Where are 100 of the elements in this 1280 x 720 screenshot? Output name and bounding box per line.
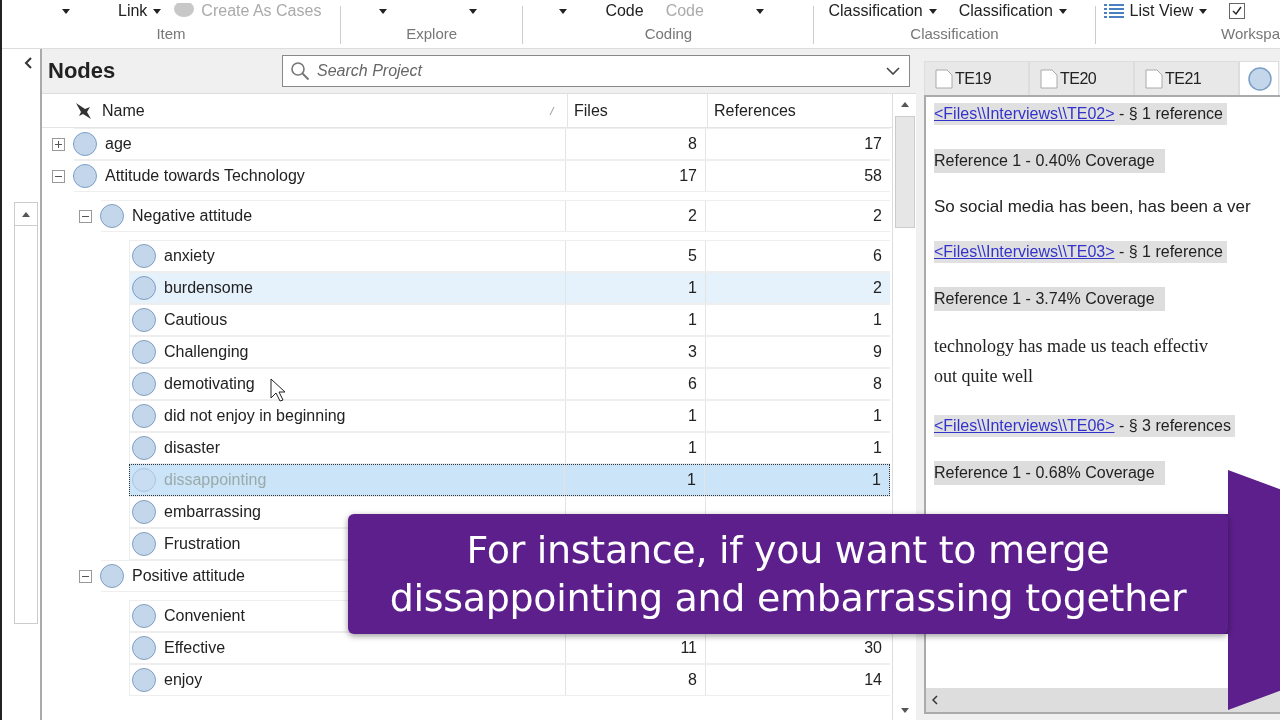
node-icon [1248, 66, 1272, 91]
dropdown-button[interactable]: Classification [828, 2, 937, 20]
references-count: 14 [864, 671, 882, 689]
tree-row[interactable]: Cautious 1 1 [129, 304, 890, 336]
document-icon [1145, 68, 1163, 89]
mouse-pointer-icon [270, 378, 286, 402]
files-count: 17 [679, 167, 697, 185]
coverage-label: Reference 1 - 0.68% Coverage [934, 461, 1165, 485]
pin-icon[interactable] [74, 101, 92, 120]
collapse-icon[interactable] [24, 57, 32, 69]
node-icon [132, 372, 156, 396]
references-count: 2 [873, 207, 882, 225]
files-count: 3 [688, 343, 697, 361]
list-icon [1103, 4, 1124, 18]
node-icon [73, 164, 97, 188]
coverage-label: Reference 1 - 3.74% Coverage [934, 287, 1165, 311]
caption-toast: For instance, if you want to merge dissappointing and embarrassing together [348, 514, 1228, 634]
chevron-down-icon[interactable] [886, 67, 900, 75]
scroll-thumb[interactable] [894, 116, 915, 228]
checkbox[interactable] [1229, 3, 1246, 19]
references-count: 2 [873, 279, 882, 297]
scroll-up-icon[interactable] [900, 101, 909, 107]
files-count: 5 [688, 247, 697, 265]
node-icon [100, 204, 124, 228]
files-count: 11 [680, 639, 697, 657]
files-count: 1 [687, 471, 696, 489]
panel-title: Nodes [48, 58, 117, 84]
tree-row[interactable]: dissappointing 1 1 [129, 464, 890, 496]
node-icon [132, 604, 156, 628]
node-icon [132, 500, 156, 524]
reference-count: - § 1 reference [1117, 243, 1223, 260]
document-icon [1040, 68, 1058, 89]
node-icon [132, 404, 156, 428]
node-icon [132, 340, 156, 364]
dropdown-caret-icon[interactable] [559, 8, 568, 14]
references-count: 1 [873, 311, 882, 329]
node-icon [132, 244, 156, 268]
tree-row[interactable]: burdensome 1 2 [129, 272, 890, 304]
document-tab[interactable]: TE21 [1134, 61, 1239, 95]
column-header[interactable]: Files [567, 94, 707, 127]
references-count: 17 [864, 135, 882, 153]
node-icon [132, 436, 156, 460]
dropdown-caret-icon[interactable] [755, 8, 764, 14]
node-icon [132, 532, 156, 556]
search-icon [290, 61, 310, 81]
references-count: 1 [873, 439, 882, 457]
caret-icon [928, 8, 937, 14]
collapse-icon[interactable] [52, 169, 65, 183]
tree-row[interactable]: age 8 17 [74, 128, 890, 160]
group-label: Coding [643, 25, 694, 42]
references-count: 1 [873, 407, 882, 425]
references-count: 58 [864, 167, 882, 185]
document-tab[interactable] [1239, 61, 1279, 95]
check-icon [1232, 6, 1243, 16]
scrollbar[interactable] [926, 688, 1280, 712]
references-count: 9 [873, 343, 882, 361]
scrollbar[interactable] [14, 202, 38, 624]
files-count: 2 [688, 207, 697, 225]
node-icon [132, 276, 156, 300]
tree-row[interactable]: did not enjoy in beginning 1 1 [129, 400, 890, 432]
scroll-left-icon[interactable] [932, 695, 938, 705]
column-header[interactable]: Name [102, 101, 549, 120]
dropdown-button[interactable]: Link [118, 2, 162, 20]
document-tab[interactable]: TE20 [1029, 61, 1134, 95]
quote-text: technology has made us teach effectiv out quite well [934, 335, 1210, 388]
caret-icon [1059, 8, 1067, 14]
file-link[interactable]: <Files\\Interviews\\TE02> [934, 105, 1115, 122]
group-label: Classification [909, 25, 1000, 42]
tree-row[interactable]: Negative attitude 2 2 [101, 200, 890, 232]
collapse-icon[interactable] [79, 569, 92, 583]
file-link[interactable]: <Files\\Interviews\\TE06> [934, 417, 1115, 434]
expand-icon[interactable] [52, 137, 65, 151]
coverage-label: Reference 1 - 0.40% Coverage [934, 149, 1165, 173]
collapse-icon[interactable] [79, 209, 92, 223]
ribbon-button[interactable]: Code [605, 2, 644, 20]
dropdown-caret-icon[interactable] [468, 8, 477, 14]
document-tab[interactable]: TE19 [924, 61, 1029, 95]
tree-row[interactable]: enjoy 8 14 [129, 664, 890, 696]
dropdown-button[interactable]: Classification [958, 2, 1067, 20]
scroll-up-icon[interactable] [22, 211, 30, 217]
file-link[interactable]: <Files\\Interviews\\TE03> [934, 243, 1115, 260]
dropdown-caret-icon[interactable] [378, 8, 387, 14]
node-icon [132, 308, 156, 332]
view-dropdown[interactable]: List View [1103, 2, 1208, 20]
tree-row[interactable]: Attitude towards Technology 17 58 [74, 160, 890, 192]
files-count: 1 [688, 407, 697, 425]
search-field[interactable]: Search Project [282, 55, 910, 87]
files-count: 1 [688, 279, 697, 297]
caret-icon [1199, 8, 1208, 14]
reference-count: - § 1 reference [1117, 105, 1223, 122]
tree-row[interactable]: demotivating 6 8 [129, 368, 890, 400]
caret-icon [153, 8, 162, 14]
node-icon [132, 636, 156, 660]
tree-row[interactable]: Challenging 3 9 [129, 336, 890, 368]
files-count: 8 [688, 671, 697, 689]
references-count: 1 [872, 471, 881, 489]
dropdown-caret-icon[interactable] [62, 8, 70, 14]
scroll-down-icon[interactable] [900, 707, 909, 713]
node-icon [132, 468, 156, 492]
group-label: Item [155, 25, 187, 42]
